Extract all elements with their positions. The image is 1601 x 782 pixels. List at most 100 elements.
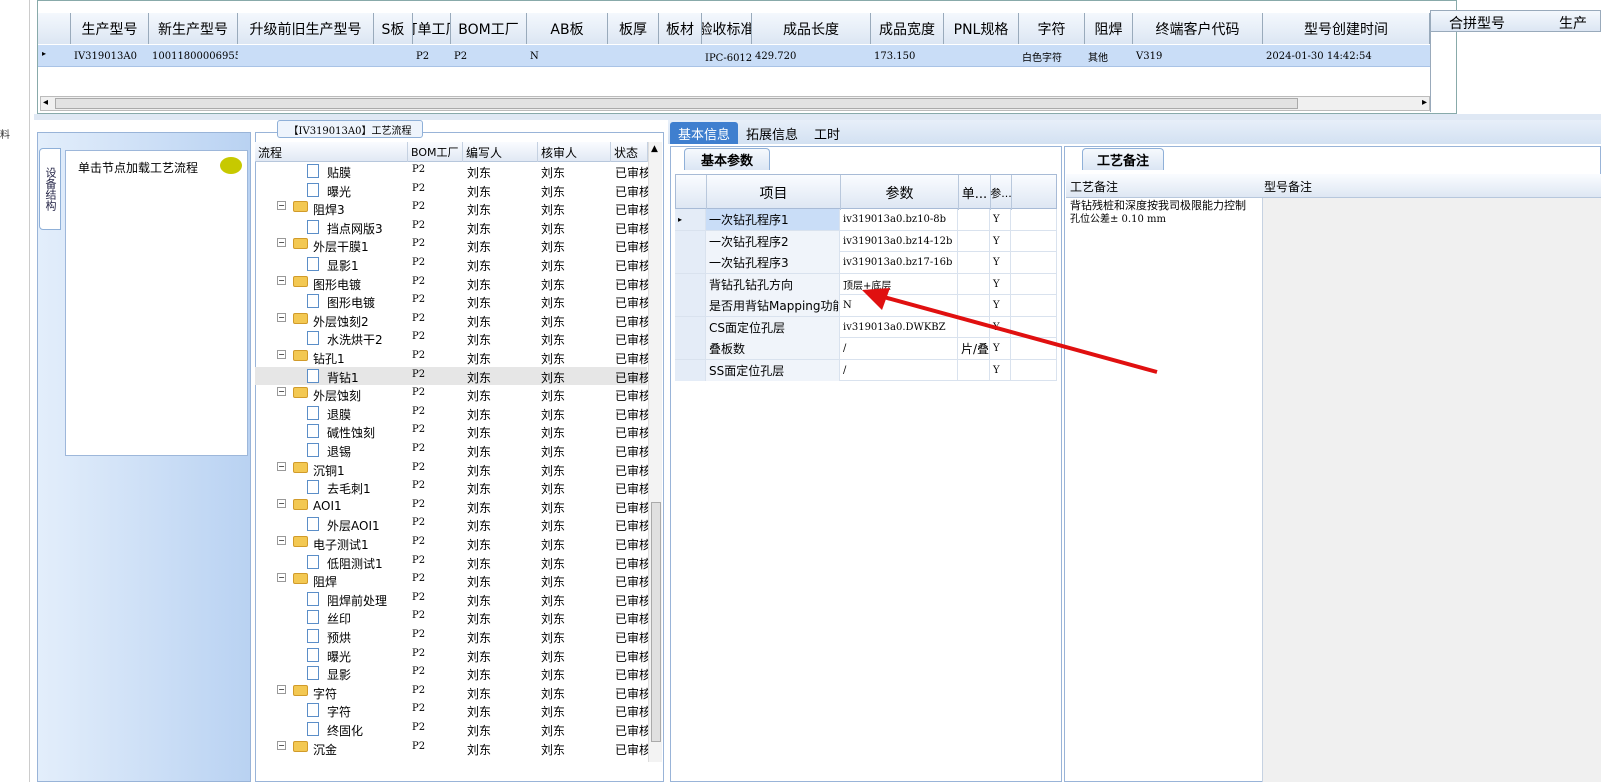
grid-cell[interactable]: N: [527, 46, 608, 67]
param-item[interactable]: 叠板数: [706, 338, 840, 359]
process-row[interactable]: 预烘 P2 刘东 刘东 已审核: [255, 627, 651, 646]
grid-header-5[interactable]: BOM工厂: [451, 13, 527, 44]
process-row[interactable]: − AOI1 P2 刘东 刘东 已审核: [255, 497, 651, 516]
process-row[interactable]: 退膜 P2 刘东 刘东 已审核: [255, 404, 651, 423]
tab-device-structure[interactable]: 设备结构: [39, 148, 61, 230]
tree-expander-icon[interactable]: −: [277, 498, 286, 508]
param-row[interactable]: 一次钻孔程序3 iv319013a0.bz17-16b Y: [675, 252, 1057, 274]
tab-extended-info[interactable]: 拓展信息: [738, 122, 806, 144]
scroll-thumb[interactable]: [55, 98, 1298, 109]
grid-header-15[interactable]: 终端客户代码: [1133, 13, 1263, 44]
process-row[interactable]: 退锡 P2 刘东 刘东 已审核: [255, 441, 651, 460]
process-row[interactable]: − 外层蚀刻 P2 刘东 刘东 已审核: [255, 385, 651, 404]
process-row[interactable]: 显影 P2 刘东 刘东 已审核: [255, 664, 651, 683]
process-row[interactable]: − 外层蚀刻2 P2 刘东 刘东 已审核: [255, 311, 651, 330]
grid-cell[interactable]: IPC-6012 II级: [702, 46, 752, 67]
param-row[interactable]: 一次钻孔程序2 iv319013a0.bz14-12b Y: [675, 230, 1057, 252]
process-row[interactable]: 贴膜 P2 刘东 刘东 已审核: [255, 162, 651, 181]
grid-header-10[interactable]: 成品长度: [752, 13, 871, 44]
param-item[interactable]: 一次钻孔程序1: [706, 209, 840, 230]
param-row[interactable]: ▸ 一次钻孔程序1 iv319013a0.bz10-8b Y: [675, 209, 1057, 231]
tree-expander-icon[interactable]: −: [277, 238, 286, 248]
param-value[interactable]: iv319013a0.bz17-16b: [840, 252, 958, 273]
col-flag[interactable]: 参...: [990, 175, 1012, 210]
tree-expander-icon[interactable]: −: [277, 536, 286, 545]
process-vertical-scrollbar[interactable]: ▲: [648, 142, 662, 762]
process-row[interactable]: − 电子测试1 P2 刘东 刘东 已审核: [255, 534, 651, 553]
scroll-left-icon[interactable]: ◂: [43, 97, 48, 108]
grid-cell[interactable]: 173.150: [871, 46, 944, 67]
tree-expander-icon[interactable]: −: [277, 312, 286, 322]
craft-note-field[interactable]: 背钻残桩和深度按我司极限能力控制 孔位公差± 0.10 mm: [1070, 200, 1246, 260]
tab-craft-note[interactable]: 工艺备注: [1082, 148, 1164, 170]
grid-header-14[interactable]: 阻焊: [1085, 13, 1133, 44]
param-unit[interactable]: [958, 209, 990, 230]
process-row[interactable]: − 钻孔1 P2 刘东 刘东 已审核: [255, 348, 651, 367]
flow-load-box[interactable]: 单击节点加载工艺流程: [65, 150, 248, 456]
process-row[interactable]: 碱性蚀刻 P2 刘东 刘东 已审核: [255, 422, 651, 441]
grid-header-1[interactable]: 新生产型号: [149, 13, 238, 44]
grid-header-11[interactable]: 成品宽度: [871, 13, 944, 44]
param-flag[interactable]: Y: [990, 209, 1011, 230]
tab-work-hours[interactable]: 工时: [806, 122, 848, 144]
process-row[interactable]: 字符 P2 刘东 刘东 已审核: [255, 701, 651, 720]
tree-expander-icon[interactable]: −: [277, 275, 286, 285]
process-row[interactable]: 丝印 P2 刘东 刘东 已审核: [255, 608, 651, 627]
param-item[interactable]: SS面定位孔层: [706, 359, 840, 381]
scroll-up-icon[interactable]: ▲: [651, 144, 658, 154]
param-value[interactable]: iv319013a0.bz10-8b: [840, 209, 958, 230]
grid-header-6[interactable]: AB板: [527, 13, 608, 44]
process-row[interactable]: 显影1 P2 刘东 刘东 已审核: [255, 255, 651, 274]
process-row[interactable]: 曝光 P2 刘东 刘东 已审核: [255, 646, 651, 665]
tree-expander-icon[interactable]: −: [277, 350, 286, 359]
grid-cell[interactable]: 白色字符: [1019, 46, 1085, 67]
tree-expander-icon[interactable]: −: [277, 684, 286, 694]
process-row[interactable]: − 字符 P2 刘东 刘东 已审核: [255, 683, 651, 702]
param-item[interactable]: 一次钻孔程序3: [706, 252, 840, 273]
horizontal-scrollbar[interactable]: ◂ ▸: [40, 96, 1430, 111]
grid-header-12[interactable]: PNL规格: [944, 13, 1019, 44]
process-row[interactable]: 曝光 P2 刘东 刘东 已审核: [255, 181, 651, 200]
tree-expander-icon[interactable]: −: [277, 740, 286, 750]
col-bom-factory[interactable]: BOM工厂: [408, 142, 463, 162]
grid-cell[interactable]: [238, 46, 374, 67]
tab-basic-params[interactable]: 基本参数: [684, 148, 770, 170]
process-row[interactable]: 图形电镀 P2 刘东 刘东 已审核: [255, 292, 651, 311]
col-param[interactable]: 参数: [841, 175, 959, 210]
grid-cell[interactable]: 其他: [1085, 46, 1133, 67]
process-row[interactable]: − 沉金 P2 刘东 刘东 已审核: [255, 739, 651, 758]
grid-header-13[interactable]: 字符: [1019, 13, 1085, 44]
type-note-field[interactable]: [1262, 198, 1601, 782]
col-flow[interactable]: 流程: [255, 142, 408, 162]
grid-header-2[interactable]: 升级前旧生产型号: [238, 13, 374, 44]
grid-header-8[interactable]: 板材: [659, 13, 702, 44]
process-row[interactable]: 终固化 P2 刘东 刘东 已审核: [255, 720, 651, 739]
grid-cell[interactable]: IV319013A0: [71, 46, 149, 67]
col-status[interactable]: 状态: [611, 142, 648, 162]
grid-cell[interactable]: V319: [1133, 46, 1263, 67]
grid-header-16[interactable]: 型号创建时间: [1263, 13, 1430, 44]
grid-cell[interactable]: [608, 46, 659, 67]
param-item[interactable]: CS面定位孔层: [706, 316, 840, 338]
process-row[interactable]: − 外层干膜1 P2 刘东 刘东 已审核: [255, 236, 651, 255]
param-value[interactable]: iv319013a0.bz14-12b: [840, 230, 958, 252]
grid-cell[interactable]: [944, 46, 1019, 67]
grid-header-7[interactable]: 板厚: [608, 13, 659, 44]
grid-header-4[interactable]: 订单工厂: [413, 13, 451, 44]
process-row[interactable]: 外层AOI1 P2 刘东 刘东 已审核: [255, 515, 651, 534]
process-row[interactable]: 水洗烘干2 P2 刘东 刘东 已审核: [255, 329, 651, 348]
grid-header-9[interactable]: 验收标准: [702, 13, 752, 44]
param-item[interactable]: 一次钻孔程序2: [706, 230, 840, 252]
param-unit[interactable]: [958, 252, 990, 273]
grid-header-3[interactable]: S板: [374, 13, 413, 44]
tab-basic-info[interactable]: 基本信息: [670, 122, 739, 144]
process-row[interactable]: 挡点网版3 P2 刘东 刘东 已审核: [255, 218, 651, 237]
process-row[interactable]: 低阻测试1 P2 刘东 刘东 已审核: [255, 553, 651, 572]
grid-header-0[interactable]: 生产型号: [71, 13, 149, 44]
process-row[interactable]: − 阻焊3 P2 刘东 刘东 已审核: [255, 199, 651, 218]
process-row[interactable]: 背钻1 P2 刘东 刘东 已审核: [255, 366, 651, 386]
process-row[interactable]: 去毛刺1 P2 刘东 刘东 已审核: [255, 478, 651, 497]
grid-cell[interactable]: [374, 46, 413, 67]
tree-expander-icon[interactable]: −: [277, 201, 286, 211]
scroll-thumb[interactable]: [651, 502, 661, 742]
